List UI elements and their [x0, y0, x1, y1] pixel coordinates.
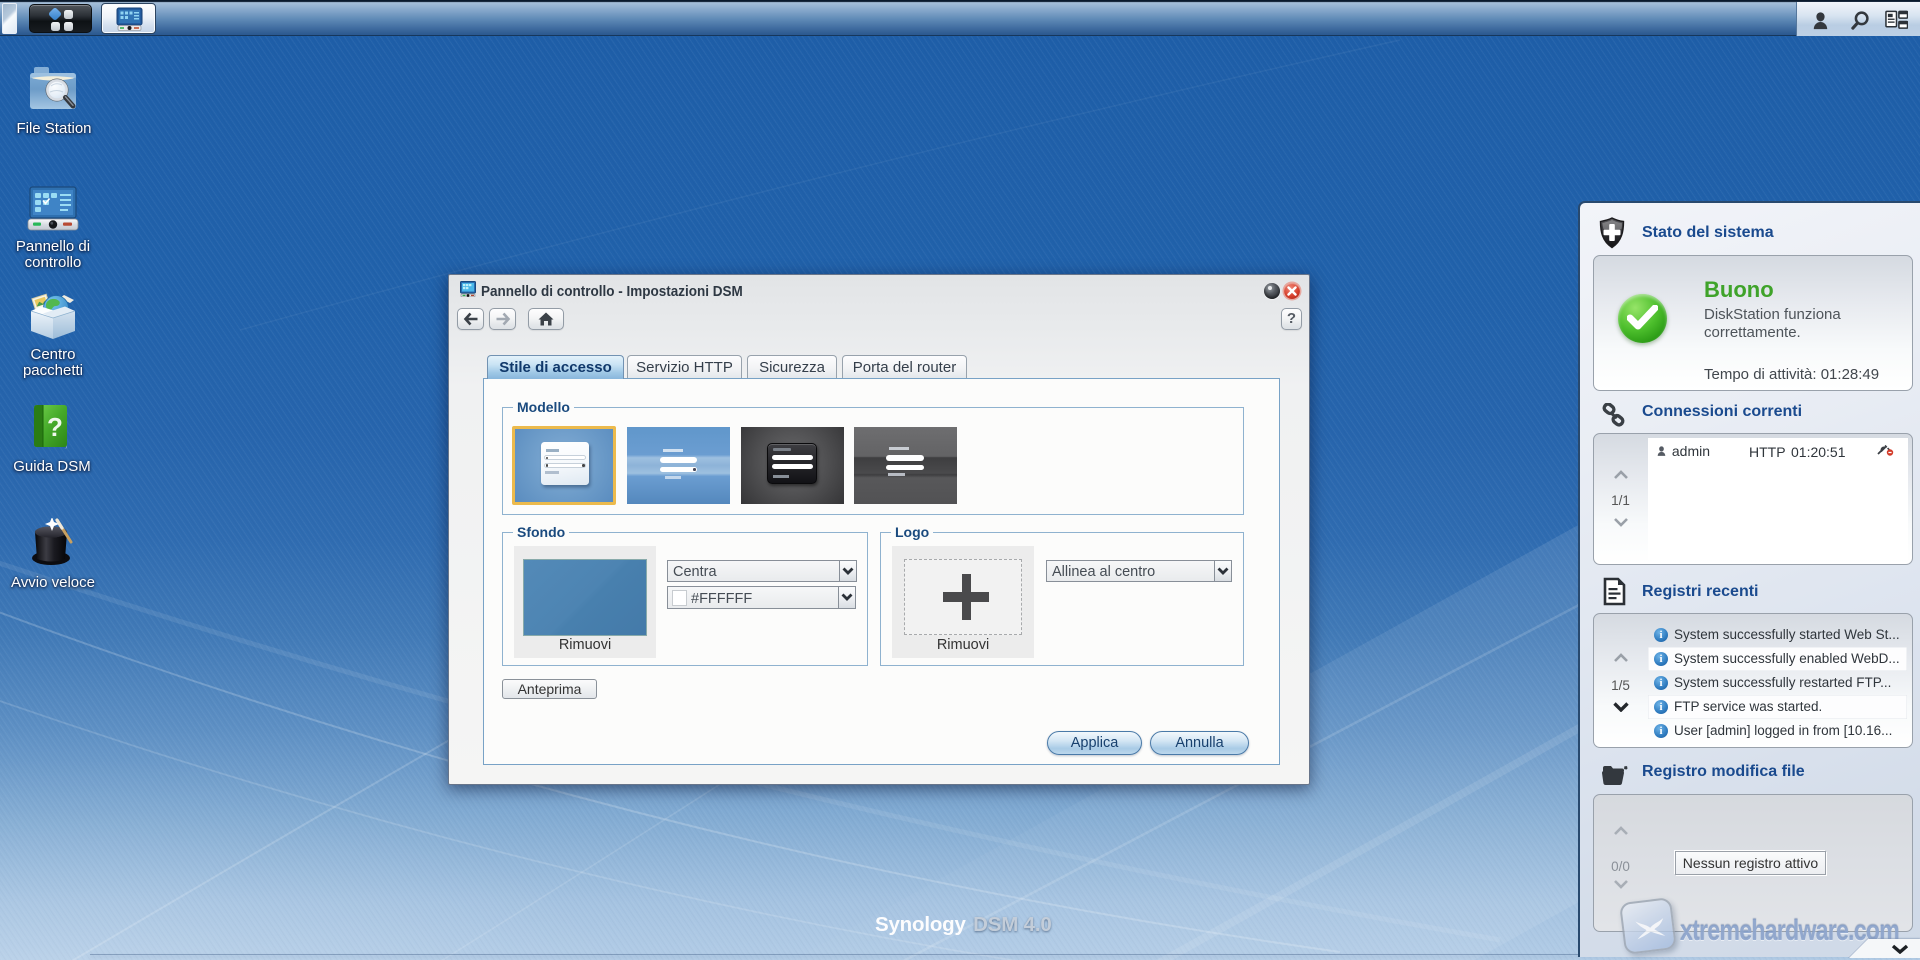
- svg-text:?: ?: [47, 412, 63, 442]
